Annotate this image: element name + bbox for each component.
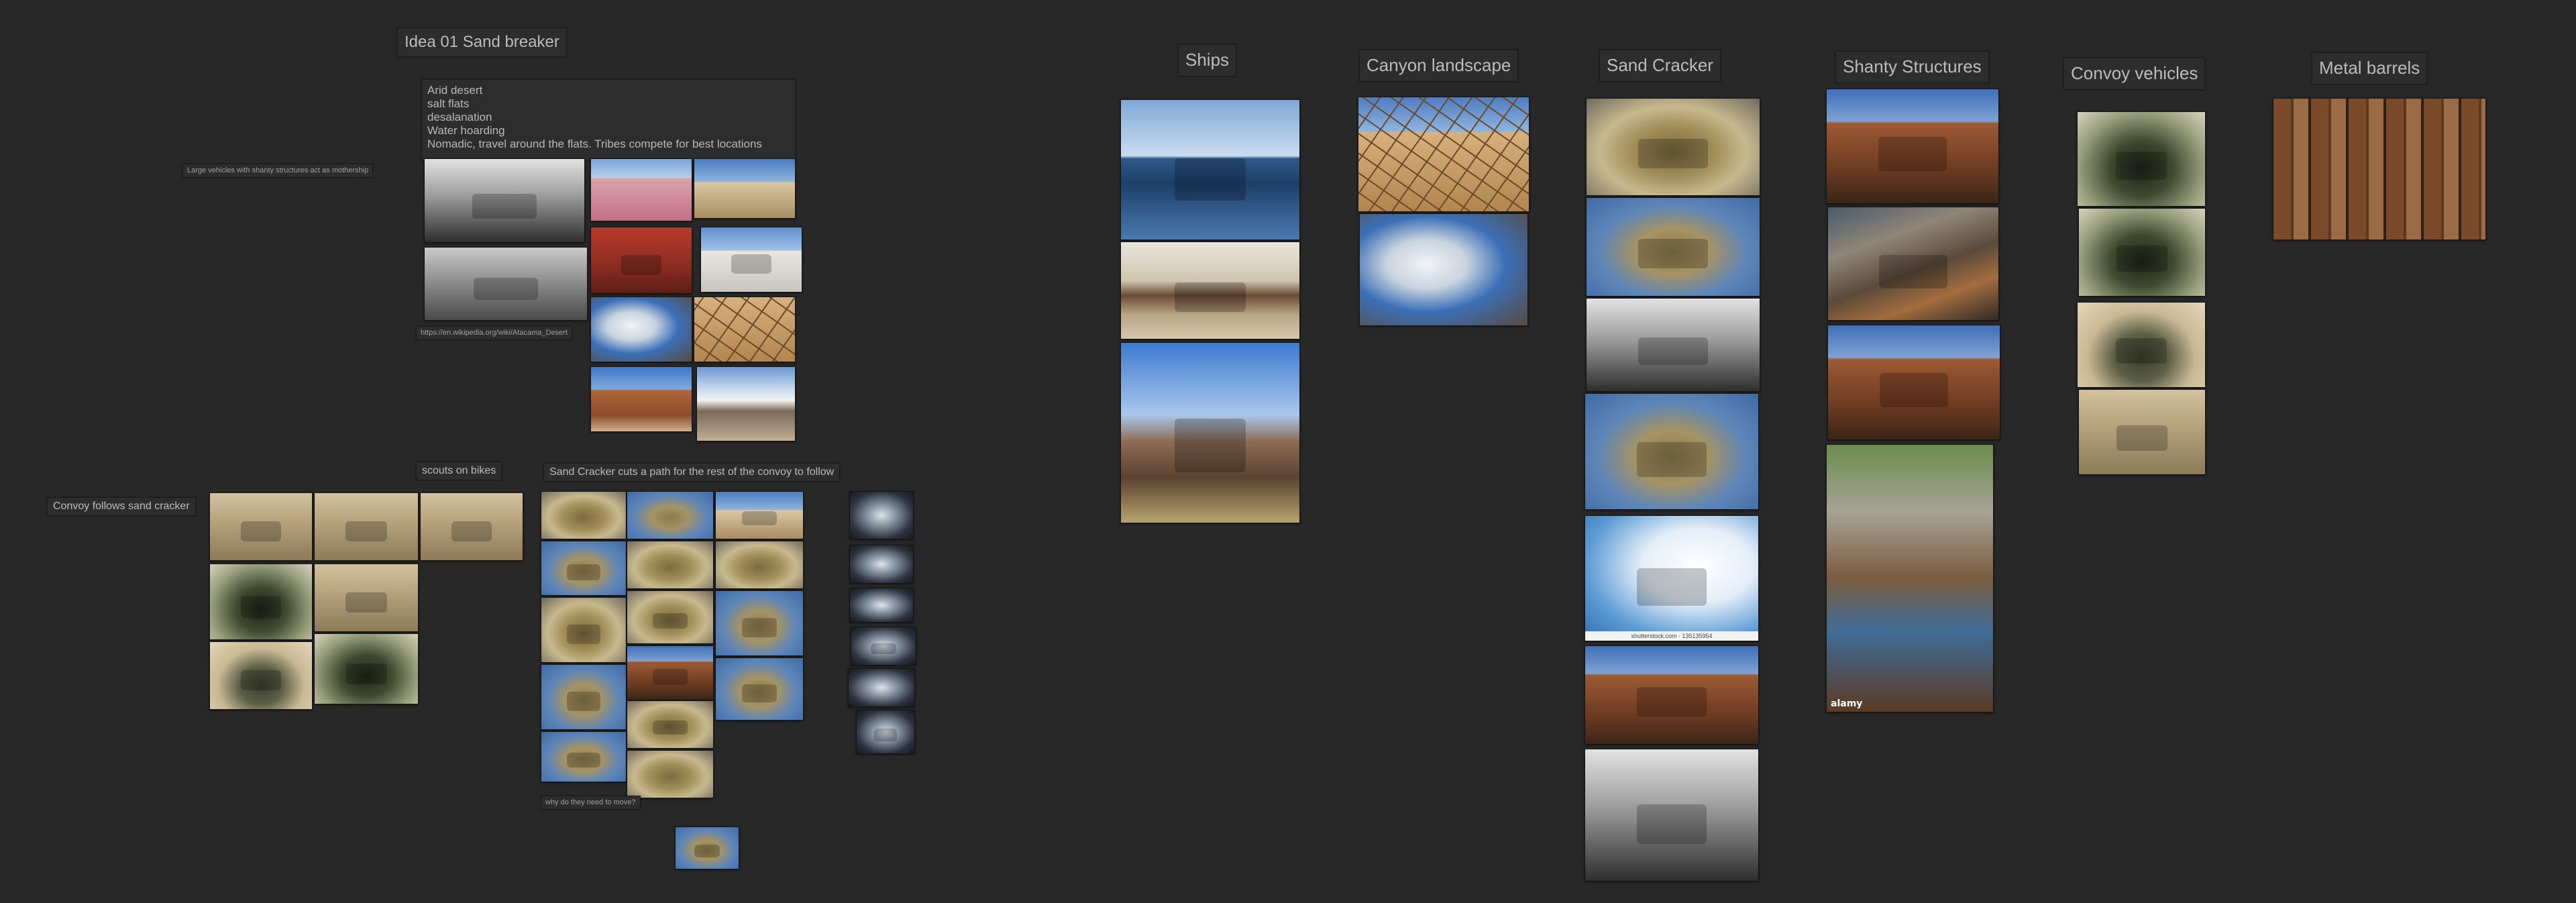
shanty-image-4[interactable]: alamy <box>1826 444 1994 712</box>
sand-cracker-image-3[interactable] <box>1586 298 1760 392</box>
scouts-bikes-image[interactable] <box>420 492 523 561</box>
cracker-path-image-13[interactable] <box>627 700 714 749</box>
cracker-path-image-9[interactable] <box>715 590 804 656</box>
salt-pool-image[interactable] <box>700 227 802 293</box>
cracker-path-image-1[interactable] <box>541 491 627 539</box>
convoy-follows-note[interactable]: Convoy follows sand cracker <box>47 497 196 517</box>
cab-image-3[interactable] <box>849 588 914 623</box>
convoy-vehicle-image-4[interactable] <box>2078 389 2206 475</box>
convoy-image-6[interactable] <box>314 633 419 704</box>
group-title-ships[interactable]: Ships <box>1178 44 1237 76</box>
cracked-earth-image[interactable] <box>694 297 796 362</box>
red-lagoon-image[interactable] <box>590 227 692 294</box>
adobe-house-image[interactable] <box>590 366 692 432</box>
mothership-note[interactable]: Large vehicles with shanty structures ac… <box>182 164 374 178</box>
bucket-wheel-excavator-image[interactable] <box>1585 393 1759 510</box>
idea-note-line: Arid desert <box>427 84 483 97</box>
idea-note-line: desalanation <box>427 111 492 123</box>
cab-image-5[interactable] <box>848 668 915 707</box>
why-move-note[interactable]: why do they need to move? <box>541 796 641 810</box>
cracker-path-image-4[interactable] <box>541 541 627 596</box>
cracker-path-image-3[interactable] <box>715 491 804 539</box>
convoy-image-4[interactable] <box>314 564 419 632</box>
group-title-idea[interactable]: Idea 01 Sand breaker <box>397 28 567 57</box>
sand-cracker-operator-image[interactable] <box>1585 645 1759 745</box>
bucket-wheel-image[interactable] <box>627 645 714 700</box>
group-title-shanty[interactable]: Shanty Structures <box>1835 51 1989 83</box>
shanty-image-1[interactable] <box>1826 89 1999 204</box>
convoy-image-1[interactable] <box>209 492 313 561</box>
metal-barrels-image[interactable] <box>2273 98 2486 240</box>
scouts-note[interactable]: scouts on bikes <box>416 462 502 481</box>
shanty-image-3[interactable] <box>1827 325 2000 440</box>
cracker-path-image-5[interactable] <box>627 541 714 589</box>
atacama-url-note[interactable]: https://en.wikipedia.org/wiki/Atacama_De… <box>416 326 572 340</box>
salt-flat-waves-image[interactable] <box>696 366 796 441</box>
convoy-image-2[interactable] <box>314 492 419 561</box>
mothership-image-1[interactable] <box>424 158 585 243</box>
idea-note-line: salt flats <box>427 97 470 110</box>
canyon-geyser-image[interactable] <box>1359 213 1528 326</box>
canyon-cracked-earth-image[interactable] <box>1358 97 1529 212</box>
cracker-path-image-15[interactable] <box>627 750 714 798</box>
sand-cracker-giant-image[interactable] <box>1585 749 1759 882</box>
cracker-path-image-10[interactable] <box>541 664 627 730</box>
group-title-sand-cracker[interactable]: Sand Cracker <box>1599 50 1721 82</box>
idea-note-line: Nomadic, travel around the flats. Tribes… <box>427 138 762 150</box>
cracker-path-image-16[interactable] <box>675 827 739 869</box>
alamy-watermark: alamy <box>1831 698 1863 709</box>
desert-figure-image[interactable] <box>694 158 796 219</box>
beached-ship-image[interactable] <box>1120 342 1300 523</box>
idea-note-line: Water hoarding <box>427 124 505 137</box>
group-title-canyon[interactable]: Canyon landscape <box>1359 50 1519 82</box>
snow-blower-image[interactable]: shutterstock.com · 135135954 <box>1585 515 1759 641</box>
hovercraft-image[interactable] <box>424 247 588 321</box>
cab-image-6[interactable] <box>856 710 915 754</box>
cracker-path-image-8[interactable] <box>627 590 714 644</box>
group-title-convoy-vehicles[interactable]: Convoy vehicles <box>2063 58 2206 90</box>
cracker-path-image-7[interactable] <box>541 597 627 663</box>
idea-notes-card[interactable]: Arid desert salt flats desalanation Wate… <box>421 79 796 161</box>
cracker-path-image-2[interactable] <box>627 491 714 539</box>
convoy-image-3[interactable] <box>209 564 313 640</box>
cab-image-1[interactable] <box>849 491 914 539</box>
convoy-image-5[interactable] <box>209 641 313 710</box>
container-ship-image[interactable] <box>1120 99 1300 240</box>
cracker-path-image-6[interactable] <box>715 541 804 589</box>
sand-cracker-image-2[interactable] <box>1586 197 1760 297</box>
cracker-path-note[interactable]: Sand Cracker cuts a path for the rest of… <box>543 463 841 482</box>
ship-graveyard-image[interactable] <box>1120 242 1300 339</box>
cab-image-4[interactable] <box>851 627 916 666</box>
cab-image-2[interactable] <box>849 545 914 584</box>
salt-lake-pink-image[interactable] <box>590 158 692 221</box>
sand-cracker-image-1[interactable] <box>1586 98 1760 196</box>
group-title-metal-barrels[interactable]: Metal barrels <box>2312 52 2428 85</box>
convoy-vehicle-image-1[interactable] <box>2077 111 2206 207</box>
geyser-image-small[interactable] <box>590 297 692 362</box>
convoy-vehicle-image-3[interactable] <box>2077 302 2206 388</box>
shanty-image-2[interactable] <box>1827 207 1999 321</box>
cracker-path-image-12[interactable] <box>715 657 804 721</box>
cracker-path-image-14[interactable] <box>541 731 627 782</box>
convoy-vehicle-image-2[interactable] <box>2078 208 2206 297</box>
shutterstock-watermark: shutterstock.com · 135135954 <box>1585 631 1758 641</box>
